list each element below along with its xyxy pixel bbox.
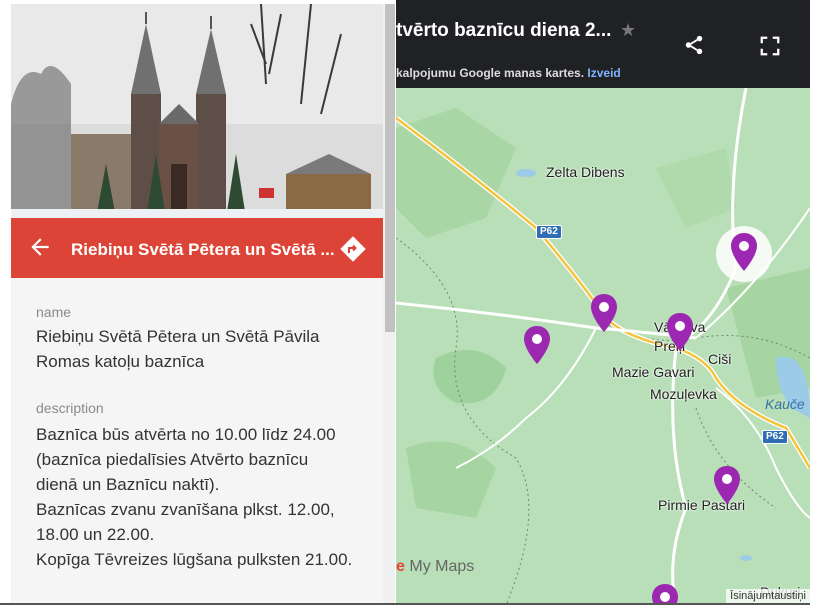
panel-title-bar: Riebiņu Svētā Pētera un Svētā ... (11, 218, 383, 278)
arrow-back-icon[interactable] (27, 234, 53, 260)
star-icon[interactable]: ★ (620, 20, 636, 41)
water-label: Kauče (765, 396, 805, 412)
map-pin-icon[interactable] (590, 293, 618, 333)
description-line: Kopīga Tēvreizes lūgšana pulksten 21.00. (36, 550, 353, 569)
place-label: Zelta Dibens (546, 164, 625, 180)
map-pin-icon[interactable] (523, 325, 551, 365)
description-line: (baznīca piedalīsies Atvērto baznīcu (36, 450, 309, 469)
mymaps-logo: e My Maps (396, 558, 475, 575)
panel-title: Riebiņu Svētā Pētera un Svētā ... (71, 240, 335, 259)
directions-icon[interactable] (338, 234, 368, 264)
place-label: Ciši (708, 351, 732, 367)
map-header: tvērto baznīcu diena 2... ★ kalpojumu Go… (396, 0, 810, 88)
create-map-link[interactable]: Izveid (587, 66, 620, 80)
place-label: Mazie Gavari (612, 364, 695, 380)
description-line: 18.00 un 22.00. (36, 525, 155, 544)
map-subtitle: kalpojumu Google manas kartes. Izveid (396, 66, 621, 80)
road-shield: P62 (762, 430, 788, 444)
share-icon[interactable] (683, 34, 705, 56)
subtitle-text: kalpojumu Google manas kartes. (396, 66, 585, 80)
panel-scrollbar-thumb[interactable] (385, 4, 395, 332)
place-details-panel: Riebiņu Svētā Pētera un Svētā ... name R… (11, 4, 383, 605)
church-photo (11, 4, 383, 218)
map-title[interactable]: tvērto baznīcu diena 2... (396, 20, 611, 42)
road-shield: P62 (536, 225, 562, 239)
map-canvas[interactable]: Zelta Dibens Vārkava Preiļi Ciši Mazie G… (396, 88, 810, 605)
field-label-description: description (36, 400, 104, 416)
fullscreen-icon[interactable] (759, 35, 781, 57)
keyboard-shortcuts-link[interactable]: Īsinājumtaustiņi (726, 589, 810, 603)
field-value-name: Riebiņu Svētā Pētera un Svētā Pāvila Rom… (36, 327, 320, 371)
place-label: Mozuļevka (650, 386, 717, 402)
description-line: dienā un Baznīcu naktī). (36, 475, 220, 494)
map-pin-icon[interactable] (713, 465, 741, 505)
field-label-name: name (36, 304, 72, 320)
map-pin-icon[interactable] (651, 583, 679, 605)
map-pin-icon[interactable] (666, 312, 694, 352)
field-value-description: Baznīca būs atvērta no 10.00 līdz 24.00 … (36, 422, 376, 572)
mymaps-brand-text: My Maps (409, 558, 475, 575)
map-pin-icon[interactable] (730, 232, 758, 272)
description-line: Baznīca būs atvērta no 10.00 līdz 24.00 (36, 425, 336, 444)
description-line: Baznīcas zvanu zvanīšana plkst. 12.00, (36, 500, 335, 519)
